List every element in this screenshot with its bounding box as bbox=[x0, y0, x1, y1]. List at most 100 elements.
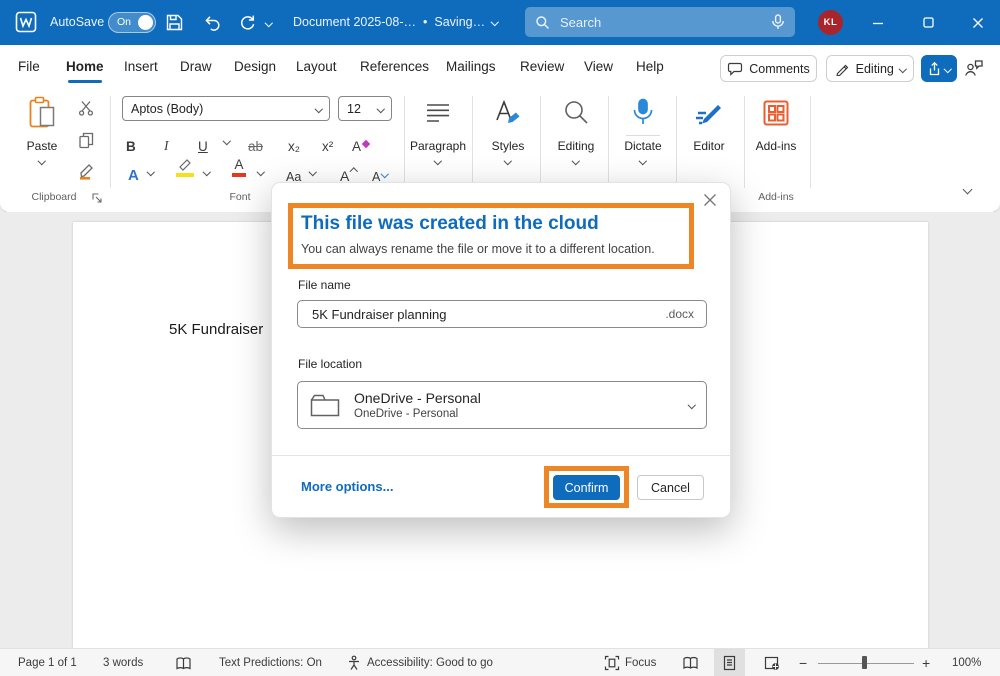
shrink-font-caret-icon bbox=[381, 169, 389, 177]
search-bar[interactable] bbox=[525, 7, 795, 37]
comments-button[interactable]: Comments bbox=[720, 55, 817, 82]
zoom-in-button[interactable]: + bbox=[922, 649, 930, 676]
editor-button[interactable]: Editor bbox=[679, 95, 739, 169]
minimize-button[interactable] bbox=[856, 0, 900, 45]
document-title-group[interactable]: Document 2025-08-… • Saving… bbox=[293, 15, 498, 29]
word-count-status[interactable]: 3 words bbox=[103, 649, 143, 676]
undo-icon[interactable] bbox=[202, 13, 222, 33]
styles-button[interactable]: Styles bbox=[478, 95, 538, 169]
save-status: Saving… bbox=[434, 15, 485, 29]
change-case-button[interactable]: Aa bbox=[286, 160, 301, 184]
text-effects-chevron-icon[interactable] bbox=[147, 168, 155, 176]
editing-group-button[interactable]: Editing bbox=[546, 95, 606, 169]
cut-scissors-icon[interactable] bbox=[78, 100, 94, 116]
share-button[interactable] bbox=[921, 55, 957, 82]
file-name-field[interactable]: .docx bbox=[297, 300, 707, 328]
copy-icon[interactable] bbox=[78, 132, 95, 149]
more-options-link[interactable]: More options... bbox=[301, 479, 393, 494]
tab-file[interactable]: File bbox=[18, 45, 40, 88]
document-body-text[interactable]: 5K Fundraiser bbox=[169, 321, 263, 338]
zoom-slider-thumb[interactable] bbox=[862, 656, 867, 669]
italic-button[interactable]: I bbox=[164, 130, 169, 154]
font-color-chevron-icon[interactable] bbox=[257, 168, 265, 176]
paragraph-button[interactable]: Paragraph bbox=[408, 95, 468, 169]
account-avatar[interactable]: KL bbox=[818, 10, 843, 35]
font-name-select[interactable]: Aptos (Body) bbox=[122, 96, 330, 121]
search-input[interactable] bbox=[558, 14, 763, 31]
tab-draw[interactable]: Draw bbox=[180, 45, 212, 88]
collapse-ribbon-chevron-icon[interactable] bbox=[963, 185, 973, 195]
highlight-color-button[interactable] bbox=[176, 158, 194, 177]
file-name-label: File name bbox=[298, 278, 351, 292]
addins-label: Add-ins bbox=[756, 139, 797, 153]
zoom-out-button[interactable]: − bbox=[799, 649, 807, 676]
format-painter-icon[interactable] bbox=[78, 163, 95, 180]
share-icon bbox=[927, 61, 941, 76]
tab-mailings[interactable]: Mailings bbox=[446, 45, 496, 88]
ribbon-tab-row: File Home Insert Draw Design Layout Refe… bbox=[0, 45, 1000, 88]
accessibility-status[interactable]: Accessibility: Good to go bbox=[346, 649, 493, 676]
underline-button[interactable]: U bbox=[198, 130, 208, 154]
paste-chevron-icon bbox=[38, 157, 46, 165]
tab-home[interactable]: Home bbox=[66, 45, 104, 88]
close-window-button[interactable] bbox=[956, 0, 1000, 45]
proofing-errors-icon[interactable] bbox=[175, 649, 192, 676]
underline-chevron-icon[interactable] bbox=[223, 137, 231, 145]
undo-redo-chevron-icon[interactable] bbox=[265, 19, 273, 27]
dialog-close-icon[interactable] bbox=[703, 193, 717, 207]
strikethrough-button[interactable]: ab bbox=[248, 130, 263, 154]
clear-formatting-button[interactable]: A bbox=[352, 130, 369, 154]
web-layout-button[interactable] bbox=[756, 649, 788, 676]
dictate-chevron-icon bbox=[639, 157, 647, 165]
tab-review[interactable]: Review bbox=[520, 45, 564, 88]
file-location-select[interactable]: OneDrive - Personal OneDrive - Personal bbox=[297, 381, 707, 429]
file-name-input[interactable] bbox=[310, 306, 665, 323]
superscript-button[interactable]: x² bbox=[322, 130, 333, 154]
addins-group-label: Add-ins bbox=[746, 191, 806, 203]
font-size-select[interactable]: 12 bbox=[338, 96, 392, 121]
tab-design[interactable]: Design bbox=[234, 45, 276, 88]
save-icon[interactable] bbox=[165, 13, 184, 32]
zoom-level[interactable]: 100% bbox=[952, 649, 981, 676]
font-color-button[interactable]: A bbox=[232, 157, 246, 177]
text-predictions-status[interactable]: Text Predictions: On bbox=[219, 649, 322, 676]
addins-button[interactable]: Add-ins bbox=[746, 95, 806, 169]
subscript-button[interactable]: x₂ bbox=[288, 130, 300, 154]
change-case-chevron-icon[interactable] bbox=[309, 168, 317, 176]
editing-mode-button[interactable]: Editing bbox=[826, 55, 914, 82]
cancel-button[interactable]: Cancel bbox=[637, 475, 704, 500]
read-mode-button[interactable] bbox=[674, 649, 707, 676]
clear-formatting-glyph: A bbox=[352, 139, 361, 154]
text-effects-button[interactable]: A bbox=[128, 160, 139, 184]
people-presence-icon[interactable] bbox=[964, 59, 984, 77]
tab-insert[interactable]: Insert bbox=[124, 45, 158, 88]
autosave-state: On bbox=[117, 16, 131, 28]
highlight-chevron-icon[interactable] bbox=[203, 168, 211, 176]
paste-clipboard-icon bbox=[27, 95, 57, 131]
focus-mode-button[interactable]: Focus bbox=[604, 649, 656, 676]
tab-references[interactable]: References bbox=[360, 45, 429, 88]
font-name-value: Aptos (Body) bbox=[131, 102, 203, 116]
autosave-toggle[interactable]: On bbox=[108, 12, 156, 33]
confirm-button[interactable]: Confirm bbox=[553, 475, 620, 500]
clipboard-dialog-launcher-icon[interactable] bbox=[92, 193, 102, 203]
page-number-status[interactable]: Page 1 of 1 bbox=[18, 649, 77, 676]
tab-view[interactable]: View bbox=[584, 45, 613, 88]
title-bar: AutoSave On Document 2025- bbox=[0, 0, 1000, 45]
shrink-font-button[interactable]: A bbox=[372, 160, 388, 184]
voice-search-mic-icon[interactable] bbox=[771, 14, 785, 30]
dictate-split-divider bbox=[626, 135, 660, 136]
tab-help[interactable]: Help bbox=[636, 45, 664, 88]
comments-label: Comments bbox=[749, 62, 809, 76]
maximize-button[interactable] bbox=[906, 0, 950, 45]
tab-layout[interactable]: Layout bbox=[296, 45, 337, 88]
print-layout-button[interactable] bbox=[714, 649, 745, 676]
grow-font-button[interactable]: A bbox=[340, 160, 357, 184]
dialog-subtitle: You can always rename the file or move i… bbox=[301, 242, 655, 256]
editing-mode-chevron-icon bbox=[899, 65, 907, 73]
paste-button[interactable]: Paste bbox=[14, 95, 70, 169]
bold-button[interactable]: B bbox=[126, 130, 136, 154]
dictate-button[interactable]: Dictate bbox=[613, 95, 673, 169]
redo-icon[interactable] bbox=[237, 13, 257, 33]
word-logo-icon[interactable] bbox=[15, 11, 37, 33]
